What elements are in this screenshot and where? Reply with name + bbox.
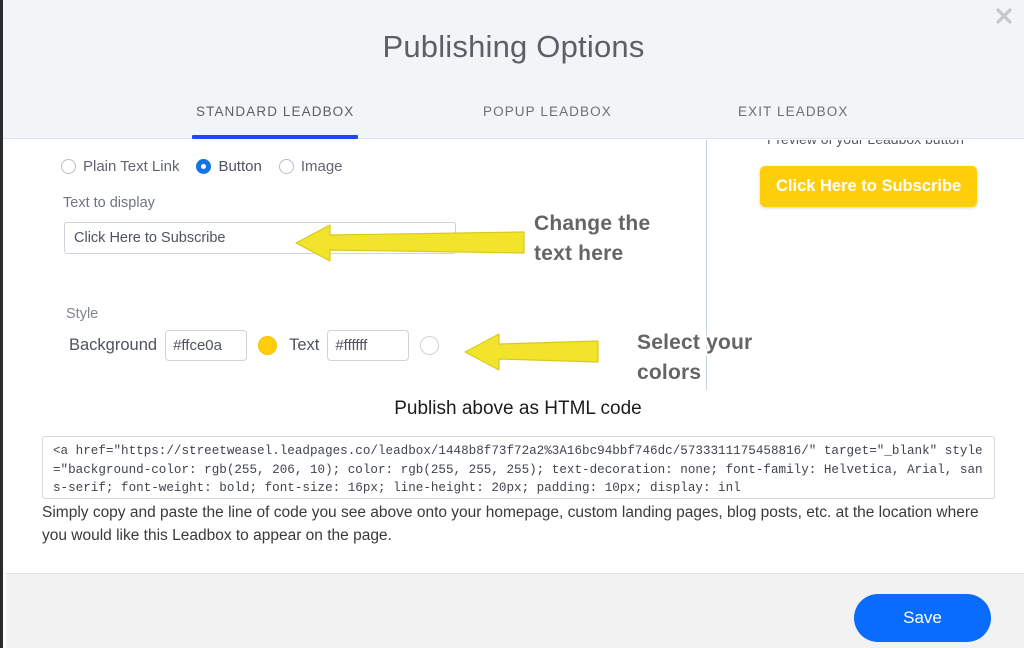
background-color-input[interactable] <box>165 330 248 361</box>
radio-image-label: Image <box>300 158 343 175</box>
publishing-options-dialog: Publishing Options STANDARD LEADBOX POPU… <box>0 0 1024 648</box>
embed-code-textarea[interactable]: <a href="https://streetweasel.leadpages.… <box>42 436 995 499</box>
background-color-label: Background <box>69 336 158 354</box>
style-controls-row: Background Text <box>69 330 450 361</box>
radio-button-label: Button <box>218 158 262 175</box>
background-color-swatch[interactable] <box>258 336 278 355</box>
tab-standard-leadbox-label: STANDARD LEADBOX <box>196 104 355 119</box>
button-preview-panel: Preview of your Leadbox button Click Her… <box>707 140 1024 390</box>
tab-popup-leadbox[interactable]: POPUP LEADBOX <box>483 104 612 139</box>
dialog-header: Publishing Options STANDARD LEADBOX POPU… <box>3 0 1024 139</box>
dialog-body: Plain Text Link Button Image Text to dis… <box>6 140 1024 571</box>
tab-standard-leadbox[interactable]: STANDARD LEADBOX <box>192 104 359 139</box>
style-section-label: Style <box>66 306 99 322</box>
page-title: Publishing Options <box>382 29 645 64</box>
radio-icon-image <box>278 159 294 174</box>
text-color-label: Text <box>289 336 320 354</box>
dialog-footer: Save <box>6 573 1024 648</box>
active-tab-indicator <box>192 135 359 139</box>
tab-exit-leadbox[interactable]: EXIT LEADBOX <box>738 104 849 139</box>
radio-button[interactable]: Button <box>196 158 262 175</box>
tab-exit-leadbox-label: EXIT LEADBOX <box>738 104 849 119</box>
display-type-radio-group: Plain Text Link Button Image <box>61 158 343 175</box>
radio-image[interactable]: Image <box>278 158 343 175</box>
preview-subscribe-button[interactable]: Click Here to Subscribe <box>760 166 978 207</box>
publish-instructions: Simply copy and paste the line of code y… <box>42 504 979 544</box>
text-color-swatch[interactable] <box>420 336 440 355</box>
config-panel: Plain Text Link Button Image Text to dis… <box>6 140 703 390</box>
radio-icon-plain-text-link <box>61 159 76 174</box>
save-button[interactable]: Save <box>854 594 991 642</box>
text-color-input[interactable] <box>327 330 410 361</box>
radio-icon-button <box>196 159 212 174</box>
radio-plain-text-link-label: Plain Text Link <box>83 158 180 175</box>
preview-panel-heading: Preview of your Leadbox button <box>707 140 1024 147</box>
close-icon[interactable] <box>990 2 1018 30</box>
publish-heading: Publish above as HTML code <box>394 398 642 419</box>
tab-popup-leadbox-label: POPUP LEADBOX <box>483 104 612 119</box>
text-to-display-label: Text to display <box>63 195 155 211</box>
radio-plain-text-link[interactable]: Plain Text Link <box>61 158 179 175</box>
leadbox-type-tabs: STANDARD LEADBOX POPUP LEADBOX EXIT LEAD… <box>3 104 1024 139</box>
text-to-display-input[interactable] <box>64 222 456 254</box>
